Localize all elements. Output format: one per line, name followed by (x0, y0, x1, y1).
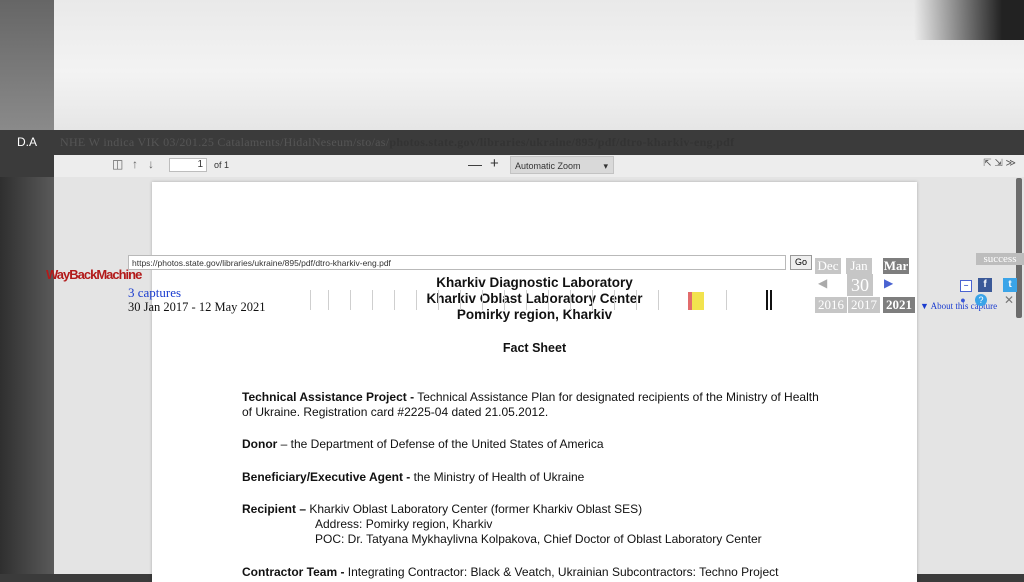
minimize-icon[interactable]: − (960, 280, 972, 292)
donor-label: Donor (242, 437, 278, 451)
month-prev[interactable]: Dec (815, 258, 841, 274)
month-next[interactable]: Mar (883, 258, 909, 274)
address-url: photos.state.gov/libraries/ukraine/895/p… (389, 135, 735, 149)
zoom-out-button[interactable]: — (468, 156, 482, 172)
next-capture-icon[interactable]: ▶ (884, 276, 893, 290)
chrome-right-shadow (914, 0, 1024, 40)
sparkline-tick (592, 290, 593, 310)
sparkline-tick (438, 290, 439, 310)
year-prev[interactable]: 2016 (815, 297, 847, 313)
zoom-in-button[interactable]: + (490, 155, 499, 172)
sparkline-tick (328, 290, 329, 310)
wayback-go-button[interactable]: Go (790, 255, 812, 270)
doc-heading: Fact Sheet (502, 341, 567, 355)
recipient-paragraph: Recipient – Kharkiv Oblast Laboratory Ce… (242, 502, 832, 517)
sparkline-tick (726, 290, 727, 310)
sparkline-tick (614, 290, 615, 310)
page-up-icon[interactable]: ↑ (132, 157, 138, 171)
pdf-toolbar: ◫ ↑ ↓ 1 of 1 — + Automatic Zoom ▾ ⇱ ⇲ ≫ (54, 155, 1024, 178)
capture-date-range: 30 Jan 2017 - 12 May 2021 (128, 300, 266, 314)
capture-sparkline[interactable] (296, 290, 796, 312)
left-rail (0, 177, 54, 574)
sparkline-tick (460, 290, 461, 310)
recipient-label: Recipient – (242, 502, 307, 516)
beneficiary-paragraph: Beneficiary/Executive Agent - the Minist… (242, 470, 832, 485)
sparkline-year-highlight (690, 292, 704, 310)
wayback-url-input[interactable]: https://photos.state.gov/libraries/ukrai… (128, 255, 786, 270)
facebook-icon[interactable]: f (978, 278, 992, 292)
user-icon[interactable]: ● (957, 294, 969, 306)
sparkline-tick (526, 290, 527, 310)
recipient-text: Kharkiv Oblast Laboratory Center (former… (306, 502, 643, 516)
recipient-address: Address: Pomirky region, Kharkiv (315, 517, 493, 531)
pdf-page: Kharkiv Diagnostic Laboratory Kharkiv Ob… (152, 182, 917, 582)
month-current: Jan (846, 258, 872, 274)
year-current: 2017 (848, 297, 880, 313)
sparkline-tick (372, 290, 373, 310)
sparkline-tick (416, 290, 417, 310)
sparkline-tick (310, 290, 311, 310)
doc-title-line1: Kharkiv Diagnostic Laboratory (436, 275, 633, 290)
contractor-paragraph: Contractor Team - Integrating Contractor… (242, 565, 832, 580)
beneficiary-text: the Ministry of Health of Ukraine (410, 470, 585, 484)
sparkline-tick (482, 290, 483, 310)
contractor-label: Contractor Team - (242, 565, 345, 579)
sparkline-tick (548, 290, 549, 310)
sparkline-tick (636, 290, 637, 310)
help-icon[interactable]: ? (975, 294, 987, 306)
donor-text: – the Department of Defense of the Unite… (277, 437, 604, 451)
twitter-icon[interactable]: t (1003, 278, 1017, 292)
page-count: of 1 (214, 160, 230, 170)
success-status: success (976, 253, 1024, 265)
tap-label: Technical Assistance Project - (242, 390, 415, 404)
address-bar[interactable]: NHE W indica VIK 03/201.25 Catalaments/H… (60, 135, 1020, 155)
address-prefix: NHE W indica VIK 03/201.25 Catalaments/H… (60, 135, 390, 149)
sparkline-tick (658, 290, 659, 310)
contractor-text: Integrating Contractor: Black & Veatch, … (344, 565, 779, 579)
zoom-select-label: Automatic Zoom (515, 161, 581, 171)
captures-link[interactable]: 3 captures (128, 285, 181, 301)
sparkline-tick (350, 290, 351, 310)
close-icon[interactable]: ✕ (1003, 294, 1015, 306)
beneficiary-label: Beneficiary/Executive Agent - (242, 470, 411, 484)
wayback-logo[interactable]: WayBackMachine (46, 267, 142, 289)
sparkline-tick (394, 290, 395, 310)
sparkline-capture-bar (766, 290, 768, 310)
chevron-down-icon: ▾ (603, 161, 608, 171)
page-number-input[interactable]: 1 (169, 158, 207, 172)
toolbar-right-tools[interactable]: ⇱ ⇲ ≫ (983, 158, 1016, 169)
chrome-left-shadow (0, 0, 54, 130)
sparkline-capture-mark (688, 292, 692, 310)
sparkline-tick (570, 290, 571, 310)
zoom-select[interactable]: Automatic Zoom ▾ (510, 156, 614, 174)
sparkline-capture-bar (770, 290, 772, 310)
sparkline-tick (504, 290, 505, 310)
left-tag: D.A (16, 135, 37, 149)
page-down-icon[interactable]: ↓ (148, 157, 154, 171)
tap-paragraph: Technical Assistance Project - Technical… (242, 390, 832, 420)
year-next[interactable]: 2021 (883, 297, 915, 313)
prev-capture-icon[interactable]: ◀ (818, 276, 827, 290)
recipient-poc: POC: Dr. Tatyana Mykhaylivna Kolpakova, … (315, 532, 762, 546)
browser-chrome (0, 0, 1024, 130)
scrollbar-thumb[interactable] (1016, 178, 1022, 318)
sidebar-toggle-icon[interactable]: ◫ (112, 157, 123, 171)
capture-day: 30 (847, 274, 873, 296)
donor-paragraph: Donor – the Department of Defense of the… (242, 437, 832, 452)
